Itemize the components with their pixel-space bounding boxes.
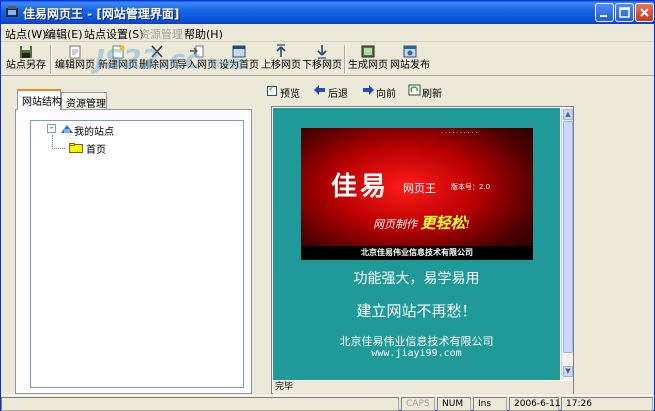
- status-message: [1, 397, 399, 411]
- menu-site-settings[interactable]: 站点设置(S): [84, 26, 144, 42]
- generate-page-icon: [361, 45, 375, 58]
- refresh-button[interactable]: 刷新: [422, 85, 442, 100]
- minimize-icon: [600, 15, 607, 17]
- scroll-thumb[interactable]: [563, 121, 573, 353]
- preview-checkbox[interactable]: [267, 84, 277, 96]
- banner-top-text: · · · · · · · · · ·: [441, 130, 478, 137]
- tree-node-root[interactable]: 我的站点: [74, 123, 114, 138]
- tab-panel: - 我的站点 首页: [15, 109, 252, 394]
- set-home-button[interactable]: 设为首页: [219, 43, 259, 74]
- preview-page: · · · · · · · · · · 佳易 网页王 版本号：2.0 网页制作 …: [273, 108, 560, 380]
- menu-site[interactable]: 站点(W): [5, 26, 46, 42]
- status-ins: Ins: [473, 397, 507, 411]
- tree-node-home[interactable]: 首页: [86, 141, 106, 156]
- toolbar-separator: [50, 45, 52, 73]
- edit-page-icon: [69, 45, 81, 59]
- minimize-button[interactable]: [595, 3, 614, 22]
- preview-scrollbar[interactable]: ▲ ▼: [561, 108, 573, 380]
- refresh-icon[interactable]: [408, 84, 421, 96]
- banner-version: 版本号：2.0: [451, 183, 491, 191]
- preview-link-website[interactable]: www.jiayi99.com: [273, 348, 560, 359]
- preview-frame[interactable]: · · · · · · · · · · 佳易 网页王 版本号：2.0 网页制作 …: [271, 106, 574, 394]
- app-window: 佳易网页王 - [网站管理界面] 站点(W) 编辑(E) 站点设置(S) 资源管…: [0, 0, 655, 411]
- preview-line-tagline: 建立网站不再愁！: [356, 302, 477, 320]
- status-date: 2006-6-11: [509, 397, 561, 411]
- forward-button[interactable]: 向前: [376, 85, 396, 100]
- back-arrow-icon[interactable]: [313, 84, 326, 96]
- back-button[interactable]: 后退: [328, 85, 348, 100]
- maximize-icon: [619, 7, 630, 18]
- preview-line-features: 功能强大，易学易用: [353, 271, 480, 287]
- scroll-up-icon[interactable]: ▲: [563, 109, 573, 120]
- status-bar: CAPS NUM Ins 2006-6-11 17:26: [1, 395, 654, 411]
- publish-site-button[interactable]: 网站发布: [390, 43, 430, 74]
- tab-site-structure[interactable]: 网站结构: [17, 89, 62, 110]
- status-caps: CAPS: [401, 397, 435, 411]
- edit-page-button[interactable]: 编辑网页: [54, 43, 96, 74]
- menu-help[interactable]: 帮助(H): [184, 26, 223, 42]
- banner-company: 北京佳易伟业信息技术有限公司: [301, 246, 533, 260]
- save-site-icon: [20, 46, 32, 58]
- preview-label[interactable]: 预览: [280, 85, 300, 100]
- site-tree[interactable]: - 我的站点 首页: [30, 120, 244, 388]
- app-icon: [6, 6, 18, 17]
- move-up-icon: [276, 44, 286, 57]
- move-down-button[interactable]: 下移网页: [302, 43, 342, 74]
- generate-page-button[interactable]: 生成网页: [348, 43, 388, 74]
- tree-connector: [52, 135, 53, 149]
- close-button[interactable]: [635, 3, 654, 22]
- new-page-button[interactable]: 新建网页: [97, 43, 139, 74]
- publish-site-icon: [403, 45, 417, 58]
- tree-connector: [52, 148, 65, 149]
- new-page-icon: [112, 45, 125, 59]
- save-site-button[interactable]: 站点另存: [5, 43, 47, 74]
- banner-product: 网页王: [403, 182, 436, 195]
- move-down-icon: [317, 45, 327, 59]
- menu-resources[interactable]: 资源管理: [139, 26, 183, 42]
- window-title: 佳易网页王 - [网站管理界面]: [23, 7, 180, 21]
- close-icon: [640, 8, 649, 17]
- menu-edit[interactable]: 编辑(E): [45, 26, 83, 42]
- status-num: NUM: [437, 397, 471, 411]
- toolbar: 站点另存 编辑网页 新建网页 删除网页 导入网页 设为首页 上移网页 下移网页 …: [1, 42, 654, 76]
- tab-resource-manager[interactable]: 资源管理: [61, 92, 107, 110]
- delete-page-button[interactable]: 删除网页: [139, 43, 179, 74]
- banner-slogan: 网页制作 更轻松!: [373, 214, 470, 232]
- delete-page-icon: [151, 45, 163, 58]
- site-root-icon: [61, 125, 73, 133]
- set-home-icon: [232, 45, 246, 58]
- preview-status: 完毕: [273, 381, 573, 394]
- import-page-button[interactable]: 导入网页: [177, 43, 217, 74]
- toolbar-separator: [344, 45, 346, 73]
- forward-arrow-icon[interactable]: [362, 84, 375, 96]
- move-up-button[interactable]: 上移网页: [261, 43, 301, 74]
- maximize-button[interactable]: [615, 3, 634, 22]
- tree-expander[interactable]: -: [47, 124, 56, 133]
- status-time: 17:26: [561, 397, 653, 411]
- preview-banner: · · · · · · · · · · 佳易 网页王 版本号：2.0 网页制作 …: [301, 128, 533, 260]
- banner-brand: 佳易: [331, 172, 390, 202]
- left-panel: 网站结构 资源管理 - 我的站点 首页: [15, 89, 252, 394]
- preview-line-company: 北京佳易伟业信息技术有限公司: [339, 335, 494, 348]
- preview-toolbar: 预览 后退 向前 刷新: [258, 81, 654, 101]
- title-bar[interactable]: 佳易网页王 - [网站管理界面]: [1, 1, 654, 24]
- folder-icon: [69, 143, 83, 153]
- import-page-icon: [190, 45, 204, 58]
- menu-bar: 站点(W) 编辑(E) 站点设置(S) 资源管理 帮助(H): [1, 24, 654, 42]
- scroll-down-icon[interactable]: ▼: [563, 366, 573, 377]
